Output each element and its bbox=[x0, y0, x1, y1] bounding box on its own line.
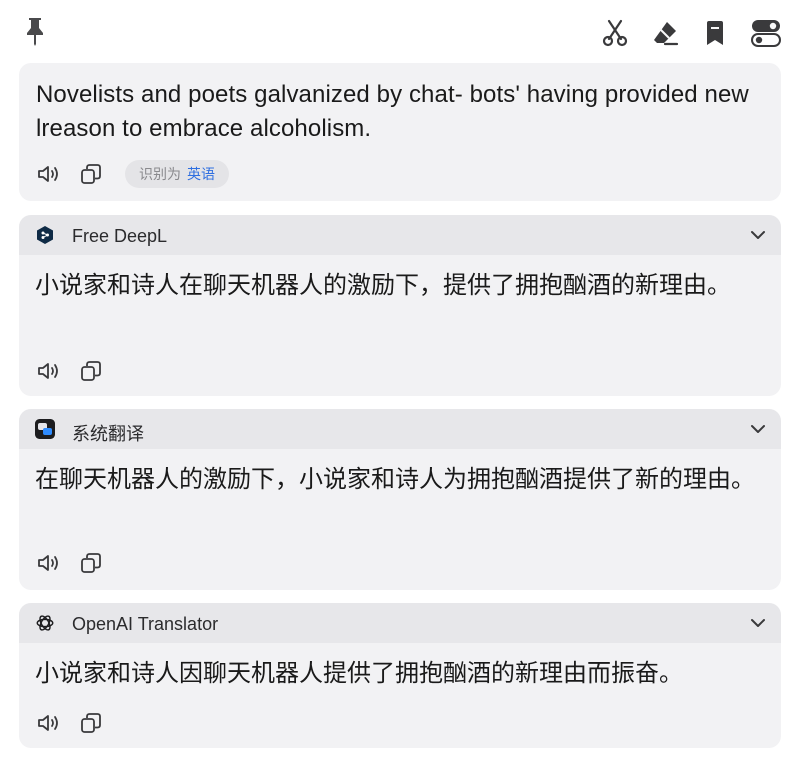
toggle-icon[interactable] bbox=[749, 16, 783, 50]
translation-result[interactable]: 在聊天机器人的激励下，小说家和诗人为拥抱酗酒提供了新的理由。 bbox=[35, 462, 763, 497]
detected-language-badge[interactable]: 识别为 英语 bbox=[125, 160, 229, 188]
chevron-down-icon[interactable] bbox=[749, 227, 767, 243]
scissors-icon[interactable] bbox=[598, 16, 632, 50]
result-actions bbox=[35, 549, 105, 577]
bookmark-icon[interactable] bbox=[698, 16, 732, 50]
source-text[interactable]: Novelists and poets galvanized by chat- … bbox=[36, 78, 756, 146]
result-actions bbox=[35, 357, 105, 385]
pin-icon[interactable] bbox=[18, 14, 52, 48]
service-header-system[interactable]: 系统翻译 bbox=[19, 409, 781, 449]
service-card-system: 系统翻译 在聊天机器人的激励下，小说家和诗人为拥抱酗酒提供了新的理由。 bbox=[19, 409, 781, 590]
source-actions: 识别为 英语 bbox=[35, 160, 229, 188]
speaker-icon[interactable] bbox=[35, 549, 63, 577]
speaker-icon[interactable] bbox=[35, 160, 63, 188]
service-card-deepl: Free DeepL 小说家和诗人在聊天机器人的激励下，提供了拥抱酗酒的新理由。 bbox=[19, 215, 781, 396]
service-header-openai[interactable]: OpenAI Translator bbox=[19, 603, 781, 643]
speaker-icon[interactable] bbox=[35, 709, 63, 737]
copy-icon[interactable] bbox=[77, 709, 105, 737]
translation-result[interactable]: 小说家和诗人因聊天机器人提供了拥抱酗酒的新理由而振奋。 bbox=[35, 656, 763, 691]
copy-icon[interactable] bbox=[77, 549, 105, 577]
result-actions bbox=[35, 709, 105, 737]
service-header-deepl[interactable]: Free DeepL bbox=[19, 215, 781, 255]
service-name: 系统翻译 bbox=[72, 424, 144, 444]
copy-icon[interactable] bbox=[77, 160, 105, 188]
copy-icon[interactable] bbox=[77, 357, 105, 385]
deepl-logo-icon bbox=[35, 225, 55, 245]
service-name: OpenAI Translator bbox=[72, 614, 219, 634]
system-translate-logo-icon bbox=[35, 419, 55, 439]
speaker-icon[interactable] bbox=[35, 357, 63, 385]
service-card-openai: OpenAI Translator 小说家和诗人因聊天机器人提供了拥抱酗酒的新理… bbox=[19, 603, 781, 748]
translation-result[interactable]: 小说家和诗人在聊天机器人的激励下，提供了拥抱酗酒的新理由。 bbox=[35, 268, 763, 303]
chevron-down-icon[interactable] bbox=[749, 615, 767, 631]
top-toolbar bbox=[0, 0, 800, 62]
openai-logo-icon bbox=[35, 613, 55, 633]
eraser-icon[interactable] bbox=[648, 16, 682, 50]
source-text-card: Novelists and poets galvanized by chat- … bbox=[19, 63, 781, 201]
chevron-down-icon[interactable] bbox=[749, 421, 767, 437]
detected-language-prefix: 识别为 bbox=[139, 166, 181, 182]
detected-language: 英语 bbox=[187, 166, 215, 182]
service-name: Free DeepL bbox=[72, 226, 168, 246]
